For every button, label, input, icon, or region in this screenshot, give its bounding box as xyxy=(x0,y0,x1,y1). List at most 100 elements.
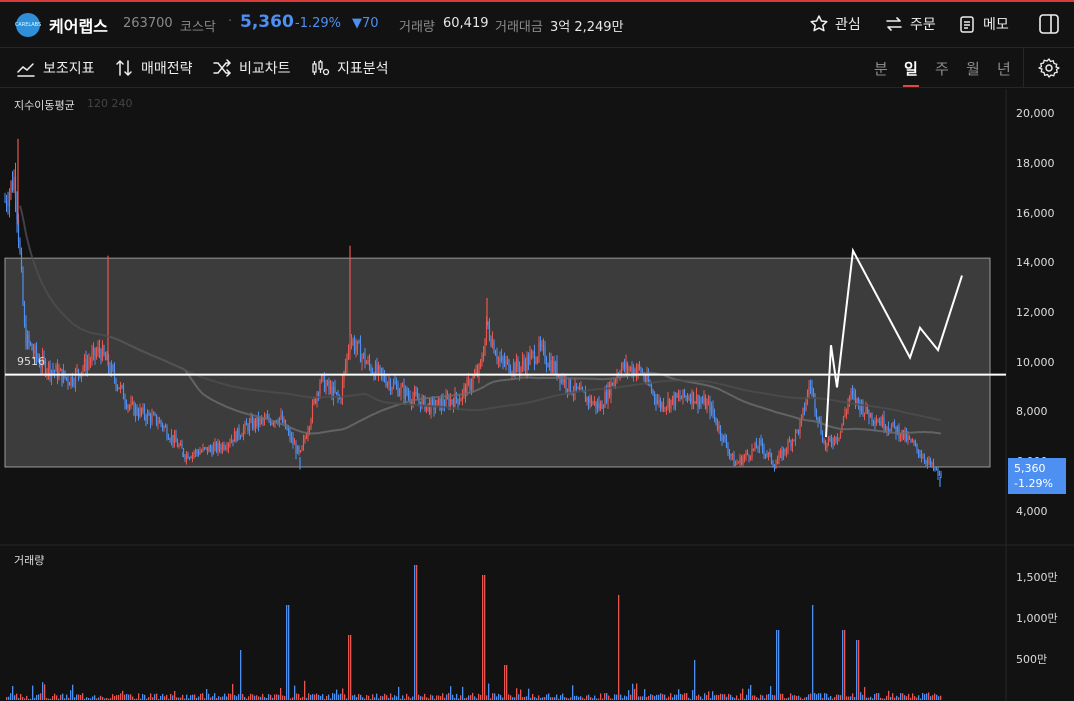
candle-body xyxy=(127,405,129,408)
candle-body xyxy=(361,356,363,363)
period-week[interactable]: 주 xyxy=(935,58,949,79)
volume-bar xyxy=(896,695,898,700)
side-panel-icon[interactable] xyxy=(1038,13,1060,35)
candle-body xyxy=(89,361,92,363)
volume-bar xyxy=(614,694,616,700)
volume-bar xyxy=(164,696,166,700)
candle-body xyxy=(362,353,365,357)
volume-bar xyxy=(938,696,940,700)
candle-body xyxy=(142,407,144,412)
analysis-button[interactable]: 지표분석 xyxy=(310,58,389,78)
volume-axis-tick: 1,500만 xyxy=(1016,571,1058,584)
candle-body xyxy=(401,385,404,387)
strategy-button[interactable]: 매매전략 xyxy=(114,58,193,78)
period-day[interactable]: 일 xyxy=(903,58,919,87)
candle-body xyxy=(262,419,264,421)
volume-axis-tick: 500만 xyxy=(1016,653,1048,666)
order-button[interactable]: 주문 xyxy=(884,13,936,35)
candle-body xyxy=(70,376,72,386)
candle-body xyxy=(547,365,549,367)
volume-bar xyxy=(36,695,38,700)
candle-body xyxy=(391,387,393,391)
candle-body xyxy=(146,412,149,421)
candle-body xyxy=(172,435,174,444)
candle-body xyxy=(109,368,111,374)
candle-body xyxy=(247,425,249,431)
candle-body xyxy=(611,382,614,386)
volume-bar xyxy=(126,693,128,700)
volume-bar xyxy=(686,693,688,700)
candle-body xyxy=(334,386,336,393)
candle-body xyxy=(284,419,287,429)
volume-bar xyxy=(332,693,334,700)
candle-body xyxy=(19,240,21,253)
volume-bar xyxy=(472,692,474,700)
candle-body xyxy=(415,391,417,395)
compare-button[interactable]: 비교차트 xyxy=(212,58,291,78)
volume-bar xyxy=(136,698,138,700)
volume-bar xyxy=(756,697,758,700)
stock-header: CARELABS 케어랩스 263700 코스닥 · 5,360 -1.29% … xyxy=(0,0,1074,48)
candle-body xyxy=(913,441,915,444)
watchlist-button[interactable]: 관심 xyxy=(809,13,861,35)
volume-bar xyxy=(360,694,362,700)
volume-bar xyxy=(572,685,574,700)
memo-button[interactable]: 메모 xyxy=(957,13,1009,35)
volume-bar xyxy=(362,697,364,700)
volume-bar xyxy=(320,695,322,700)
candle-body xyxy=(724,435,726,440)
volume-bar xyxy=(548,693,550,700)
candle-body xyxy=(397,385,399,396)
period-month[interactable]: 월 xyxy=(966,58,980,79)
volume-bar xyxy=(814,693,816,700)
volume-bar xyxy=(464,698,466,700)
volume-bar xyxy=(552,697,554,700)
price-axis-tick: 18,000 xyxy=(1016,157,1055,170)
volume-bar xyxy=(142,693,144,700)
candle-body xyxy=(236,427,239,442)
candle-body xyxy=(518,367,521,373)
period-minute[interactable]: 분 xyxy=(874,58,888,79)
candle-body xyxy=(248,421,251,431)
volume-bar xyxy=(626,696,628,700)
candle-body xyxy=(746,452,749,455)
volume-bar xyxy=(566,697,568,700)
up-down-arrows-icon xyxy=(116,59,132,77)
candle-body xyxy=(98,347,101,352)
separator-dot: · xyxy=(228,14,233,29)
volume-bar xyxy=(636,683,638,700)
swap-arrows-icon xyxy=(886,17,902,31)
volume-bar xyxy=(382,696,384,700)
candle-body xyxy=(853,393,855,395)
candle-body xyxy=(730,453,732,456)
candle-body xyxy=(733,454,735,466)
candle-body xyxy=(28,334,30,343)
volume-bar xyxy=(872,698,874,700)
volume-bar xyxy=(706,695,708,700)
candle-body xyxy=(542,344,545,347)
volume-bar xyxy=(256,695,258,700)
period-year[interactable]: 년 xyxy=(997,58,1011,79)
volume-bar xyxy=(586,695,588,700)
candle-body xyxy=(785,450,788,452)
candle-body xyxy=(406,388,408,395)
candle-body xyxy=(203,447,206,449)
volume-bar xyxy=(148,697,150,700)
settings-gear-icon[interactable] xyxy=(1038,57,1060,79)
candle-body xyxy=(856,397,858,403)
candle-body xyxy=(4,200,6,202)
volume-bar xyxy=(270,694,272,700)
indicator-button[interactable]: 보조지표 xyxy=(16,58,95,78)
candle-body xyxy=(868,412,870,418)
price-axis-tick: 20,000 xyxy=(1016,107,1055,120)
volume-bar xyxy=(210,697,212,700)
candle-body xyxy=(721,436,723,441)
volume-bar xyxy=(940,695,942,700)
volume-bar xyxy=(590,697,592,700)
candle-body xyxy=(110,365,113,374)
price-chart[interactable] xyxy=(0,89,1074,701)
candle-body xyxy=(826,443,828,449)
volume-bar xyxy=(284,695,286,700)
volume-bar xyxy=(208,693,210,700)
volume-bar xyxy=(750,684,752,700)
